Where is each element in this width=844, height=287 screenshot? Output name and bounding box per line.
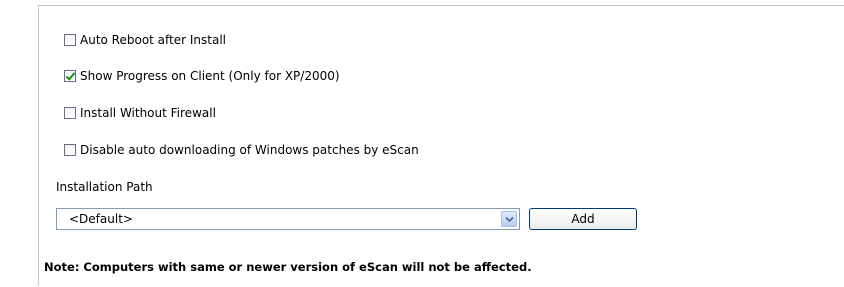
install-without-firewall-checkbox[interactable] [64, 107, 76, 119]
install-without-firewall-option[interactable]: Install Without Firewall [64, 104, 216, 122]
installation-path-select[interactable]: <Default> [56, 208, 520, 230]
chevron-down-icon [504, 216, 514, 222]
auto-reboot-checkbox[interactable] [64, 34, 76, 46]
disable-auto-download-checkbox[interactable] [64, 144, 76, 156]
note-text: Note: Computers with same or newer versi… [44, 260, 532, 274]
show-progress-option[interactable]: Show Progress on Client (Only for XP/200… [64, 67, 340, 85]
installation-path-value: <Default> [69, 212, 133, 226]
install-without-firewall-label[interactable]: Install Without Firewall [80, 106, 216, 120]
auto-reboot-label[interactable]: Auto Reboot after Install [80, 33, 226, 47]
show-progress-checkbox[interactable] [64, 70, 76, 82]
add-button[interactable]: Add [529, 208, 637, 230]
disable-auto-download-option[interactable]: Disable auto downloading of Windows patc… [64, 141, 419, 159]
disable-auto-download-label[interactable]: Disable auto downloading of Windows patc… [80, 143, 419, 157]
show-progress-label[interactable]: Show Progress on Client (Only for XP/200… [80, 69, 340, 83]
dropdown-button[interactable] [501, 211, 517, 227]
installation-path-label: Installation Path [56, 180, 153, 194]
auto-reboot-option[interactable]: Auto Reboot after Install [64, 31, 226, 49]
